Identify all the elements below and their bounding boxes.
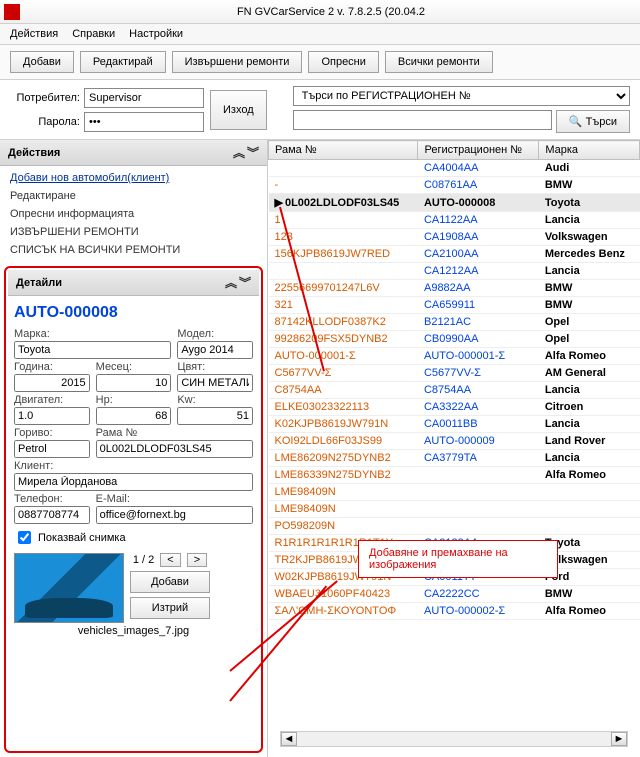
table-row[interactable]: LME86339N275DYNB2Alfa Romeo (269, 467, 640, 484)
login-row: Потребител: Парола: Изход Търси по РЕГИС… (0, 80, 640, 140)
image-pager: 1 / 2 (133, 554, 154, 566)
menu-bar: Действия Справки Настройки (0, 24, 640, 45)
color-input[interactable] (177, 374, 253, 392)
scroll-right-icon[interactable]: ► (611, 732, 627, 746)
action-item[interactable]: Редактиране (10, 190, 257, 202)
actions-header: Действия ︽ ︾ (0, 140, 267, 166)
engine-input[interactable] (14, 407, 90, 425)
toolbar: Добави Редактирай Извършени ремонти Опре… (0, 45, 640, 80)
details-header: Детайли ︽ ︾ (8, 270, 259, 296)
add-image-button[interactable]: Добави (130, 571, 210, 593)
actions-list: Добави нов автомобил(клиент) Редактиране О… (0, 166, 267, 262)
table-row[interactable]: CA4004AAAudi (269, 160, 640, 177)
app-icon (4, 4, 20, 20)
kw-input[interactable] (177, 407, 253, 425)
pass-input[interactable] (84, 112, 204, 132)
table-row[interactable]: ELKE03023322113CA3322AACitroen (269, 399, 640, 416)
table-row[interactable]: ΣΑΛ'ΩΜΗ-ΣΚΟΥΟΝΤΟΦAUTO-000002-ΣAlfa Romeo (269, 603, 640, 620)
delete-image-button[interactable]: Изтрий (130, 597, 210, 619)
search-button[interactable]: 🔍 Търси (556, 110, 630, 133)
scroll-left-icon[interactable]: ◄ (281, 732, 297, 746)
all-repairs-button[interactable]: Всички ремонти (385, 51, 493, 73)
client-input[interactable] (14, 473, 253, 491)
table-row[interactable]: 1CA1122AALancia (269, 212, 640, 229)
table-row[interactable]: 321CA659911BMW (269, 297, 640, 314)
table-row[interactable]: 99286209FSX5DYNB2CB0990AAOpel (269, 331, 640, 348)
col-vin[interactable]: Рама № (269, 141, 418, 160)
details-reg: AUTO-000008 (14, 302, 253, 328)
table-row[interactable]: K02KJPB8619JW791NCA0011BBLancia (269, 416, 640, 433)
done-repairs-button[interactable]: Извършени ремонти (172, 51, 303, 73)
collapse-up-icon[interactable]: ︽ (225, 274, 237, 291)
table-row[interactable]: 22556699701247L6VA9882AABMW (269, 280, 640, 297)
phone-input[interactable] (14, 506, 90, 524)
horizontal-scrollbar[interactable]: ◄ ► (280, 731, 628, 747)
title-bar: FN GVCarService 2 v. 7.8.2.5 (20.04.2 (0, 0, 640, 24)
table-row[interactable]: LME98409N (269, 501, 640, 518)
pass-label: Парола: (10, 116, 80, 128)
table-row[interactable]: KOI92LDL66F03JS99AUTO-000009Land Rover (269, 433, 640, 450)
action-item[interactable]: СПИСЪК НА ВСИЧКИ РЕМОНТИ (10, 244, 257, 256)
table-row[interactable]: LME86209N275DYNB2CA3779TALancia (269, 450, 640, 467)
hp-input[interactable] (96, 407, 172, 425)
table-row[interactable]: PO598209N (269, 518, 640, 535)
user-input[interactable] (84, 88, 204, 108)
table-row[interactable]: 0L002LDLODF03LS45AUTO-000008Toyota (269, 194, 640, 212)
table-row[interactable]: LME98409N (269, 484, 640, 501)
user-label: Потребител: (10, 92, 80, 104)
email-input[interactable] (96, 506, 253, 524)
table-row[interactable]: 123CA1908AAVolkswagen (269, 229, 640, 246)
add-button[interactable]: Добави (10, 51, 74, 73)
table-row[interactable]: 156KJPB8619JW7REDCA2100AAMercedes Benz (269, 246, 640, 263)
year-input[interactable] (14, 374, 90, 392)
show-image-checkbox[interactable] (18, 531, 31, 544)
vehicle-image (14, 553, 124, 623)
col-reg[interactable]: Регистрационен № (418, 141, 539, 160)
table-row[interactable]: CA1212AALancia (269, 263, 640, 280)
window-title: FN GVCarService 2 v. 7.8.2.5 (20.04.2 (26, 6, 636, 18)
action-item[interactable]: Добави нов автомобил(клиент) (10, 172, 257, 184)
collapse-up-icon[interactable]: ︽ (233, 144, 245, 161)
month-input[interactable] (96, 374, 172, 392)
table-row[interactable]: AUTO-000001-ΣAUTO-000001-ΣAlfa Romeo (269, 348, 640, 365)
image-filename: vehicles_images_7.jpg (14, 623, 253, 639)
model-input[interactable] (177, 341, 253, 359)
make-input[interactable] (14, 341, 171, 359)
search-input[interactable] (293, 110, 552, 130)
expand-down-icon[interactable]: ︾ (247, 144, 259, 161)
edit-button[interactable]: Редактирай (80, 51, 166, 73)
exit-button[interactable]: Изход (210, 90, 267, 130)
vin-input[interactable] (96, 440, 253, 458)
menu-actions[interactable]: Действия (10, 28, 58, 40)
fuel-input[interactable] (14, 440, 90, 458)
expand-down-icon[interactable]: ︾ (239, 274, 251, 291)
table-row[interactable]: 87142KLLODF0387K2B2121ACOpel (269, 314, 640, 331)
action-item[interactable]: ИЗВЪРШЕНИ РЕМОНТИ (10, 226, 257, 238)
prev-image-button[interactable]: < (160, 553, 180, 567)
col-make[interactable]: Марка (539, 141, 640, 160)
table-row[interactable]: C8754AAC8754AALancia (269, 382, 640, 399)
annotation-callout: Добавяне и премахване на изображения (358, 540, 558, 578)
vehicle-grid[interactable]: Рама № Регистрационен № Марка CA4004AAAu… (268, 140, 640, 757)
menu-settings[interactable]: Настройки (129, 28, 183, 40)
next-image-button[interactable]: > (187, 553, 207, 567)
menu-help[interactable]: Справки (72, 28, 115, 40)
action-item[interactable]: Опресни информацията (10, 208, 257, 220)
table-row[interactable]: -C08761AABMW (269, 177, 640, 194)
refresh-button[interactable]: Опресни (308, 51, 378, 73)
search-by-select[interactable]: Търси по РЕГИСТРАЦИОНЕН № (293, 86, 630, 106)
